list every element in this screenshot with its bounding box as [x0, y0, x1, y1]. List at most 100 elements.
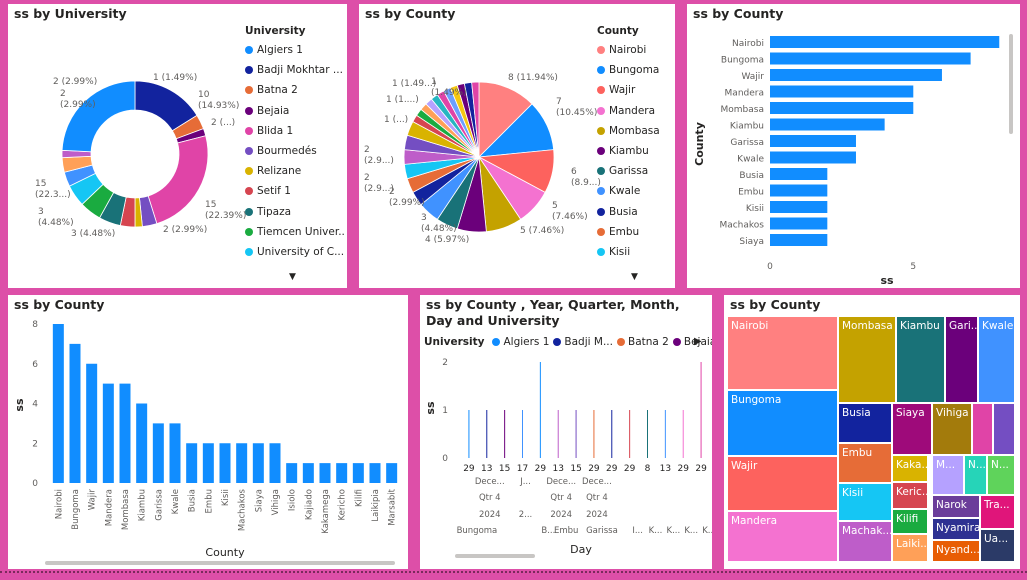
treemap-cell[interactable]: Laiki...: [892, 534, 928, 562]
treemap-cell[interactable]: Nairobi: [727, 316, 838, 390]
treemap-cell-label: Nyand...: [936, 544, 980, 556]
county-legend-item[interactable]: Wajir: [597, 80, 673, 100]
matrix-day-label: 29: [695, 464, 707, 474]
hbar-bar: [770, 201, 828, 213]
treemap-cell[interactable]: Bungoma: [727, 390, 838, 456]
county-treemap[interactable]: Nairobi Bungoma Wajir Mandera Mombasa Kiambu G…: [724, 295, 1020, 569]
matrix-day-label: 13: [552, 464, 563, 474]
legend-dot-icon: [245, 167, 253, 176]
university-legend-label: Tipaza: [257, 205, 292, 218]
vbar-bar: [319, 463, 331, 483]
donut-data-label: 2 (2.99%): [163, 225, 207, 235]
university-legend-item[interactable]: Setif 1: [245, 181, 345, 201]
treemap-cell[interactable]: Keric...: [892, 482, 928, 509]
treemap-cell[interactable]: [993, 403, 1015, 455]
university-legend[interactable]: University Algiers 1 Badji Mokhtar ... Bat…: [245, 25, 345, 262]
county-legend-item[interactable]: Kwale: [597, 181, 673, 201]
county-legend-item[interactable]: Kiambu: [597, 141, 673, 161]
treemap-cell[interactable]: Kwale: [978, 316, 1015, 403]
treemap-cell[interactable]: Kisii: [838, 483, 892, 521]
county-legend-item[interactable]: Garissa: [597, 161, 673, 181]
legend-dot-icon: [245, 46, 253, 55]
university-legend-item[interactable]: Algiers 1: [245, 40, 345, 60]
pie-data-label: (10.45%): [556, 108, 597, 118]
treemap-cell[interactable]: Nyamira: [932, 518, 980, 540]
university-legend-item[interactable]: Blida 1: [245, 121, 345, 141]
hbar-category-label: Wajir: [741, 72, 764, 82]
matrix-y-axis-title: ss: [424, 401, 437, 415]
vbar-bar: [252, 443, 264, 483]
vbar-y-axis-title: ss: [13, 398, 26, 412]
treemap-cell[interactable]: Busia: [838, 403, 892, 443]
matrix-day-label: 13: [481, 464, 492, 474]
treemap-cell[interactable]: Narok: [932, 495, 980, 518]
vbar-bar: [52, 324, 64, 483]
county-vbar-chart[interactable]: 0 2 4 6 8 Nairobi Bungoma Wajir Mandera Mombasa Ki…: [8, 295, 408, 569]
treemap-cell[interactable]: Gari...: [945, 316, 978, 403]
university-legend-item[interactable]: Bourmedés: [245, 141, 345, 161]
treemap-cell[interactable]: Wajir: [727, 456, 838, 511]
legend-dot-icon: [245, 187, 253, 196]
county-legend-item[interactable]: Mandera: [597, 101, 673, 121]
treemap-cell[interactable]: Kilifi: [892, 509, 928, 534]
county-legend-label: Busia: [609, 205, 638, 218]
matrix-month-label: Dece...: [582, 477, 612, 487]
university-donut-panel[interactable]: ss by University 1 (1.49%) 10 (14.93%) 2 (.…: [8, 4, 347, 288]
treemap-cell-label: Vihiga: [936, 407, 969, 419]
matrix-quarter-label: Qtr 4: [586, 493, 608, 503]
treemap-cell[interactable]: Embu: [838, 443, 892, 483]
university-legend-item[interactable]: Badji Mokhtar ...: [245, 60, 345, 80]
hbar-bar: [770, 135, 856, 147]
vbar-category-label: Machakos: [238, 488, 248, 531]
treemap-cell-label: Busia: [842, 407, 871, 419]
university-legend-item[interactable]: Tipaza: [245, 202, 345, 222]
caret-down-icon[interactable]: ▼: [631, 272, 638, 282]
bottom-frame-strip: [0, 571, 1027, 573]
matrix-column-chart[interactable]: 0 1 2 29 Bungoma 13 Dece... Qtr 4 2024 15 17 J... 2.…: [420, 295, 712, 569]
treemap-cell[interactable]: Vihiga: [932, 403, 972, 455]
county-legend-item[interactable]: Mombasa: [597, 121, 673, 141]
treemap-cell[interactable]: Tra...: [980, 495, 1015, 529]
county-vbar-panel[interactable]: ss by County 0 2 4 6 8 Nairobi Bungoma Wajir Man…: [8, 295, 408, 569]
vbar-category-label: Isiolo: [288, 489, 298, 511]
county-hbar-panel[interactable]: ss by County Nairobi Bungoma Wajir Mandera M…: [687, 4, 1020, 288]
university-legend-item[interactable]: Relizane: [245, 161, 345, 181]
university-legend-item[interactable]: Tiemcen Univer...: [245, 222, 345, 242]
university-legend-label: Bourmedés: [257, 145, 317, 158]
university-legend-item[interactable]: University of C...: [245, 242, 345, 262]
treemap-cell[interactable]: Nyand...: [932, 540, 980, 562]
treemap-panel[interactable]: ss by County Nairobi Bungoma Wajir Mandera M…: [724, 295, 1020, 569]
county-legend-label: Kiambu: [609, 145, 649, 158]
county-hbar-chart[interactable]: Nairobi Bungoma Wajir Mandera Mombasa Kiambu G…: [687, 4, 1020, 288]
treemap-cell[interactable]: Mandera: [727, 511, 838, 562]
county-legend[interactable]: County Nairobi Bungoma Wajir Mandera Mombasa…: [597, 25, 673, 262]
county-legend-item[interactable]: Bungoma: [597, 60, 673, 80]
donut-slice: [61, 80, 136, 153]
legend-dot-icon: [245, 147, 253, 156]
county-legend-item[interactable]: Embu: [597, 222, 673, 242]
treemap-cell-label: Mombasa: [842, 320, 893, 332]
county-pie-panel[interactable]: ss by County 8 (11.94%) 7 (10.45%) 6 (8.9...…: [359, 4, 675, 288]
pie-data-label: (7.46%): [552, 212, 588, 222]
county-legend-item[interactable]: Busia: [597, 202, 673, 222]
matrix-tick-label: 1: [442, 406, 448, 416]
treemap-cell[interactable]: Kaka...: [892, 455, 928, 482]
treemap-cell[interactable]: [972, 403, 993, 455]
treemap-cell[interactable]: Mombasa: [838, 316, 896, 403]
treemap-cell[interactable]: N...: [987, 455, 1015, 495]
university-legend-item[interactable]: Batna 2: [245, 80, 345, 100]
county-legend-item[interactable]: Kisii: [597, 242, 673, 262]
matrix-chart-panel[interactable]: ss by County , Year, Quarter, Month, Day…: [420, 295, 712, 569]
treemap-cell[interactable]: Kiambu: [896, 316, 945, 403]
university-legend-label: Bejaia: [257, 104, 290, 117]
hbar-bar: [770, 217, 828, 230]
county-legend-item[interactable]: Nairobi: [597, 40, 673, 60]
caret-down-icon[interactable]: ▼: [289, 272, 296, 282]
treemap-cell[interactable]: M...: [932, 455, 964, 495]
pie-data-label: 3: [421, 213, 427, 223]
treemap-cell[interactable]: Machak...: [838, 521, 892, 562]
treemap-cell[interactable]: Siaya: [892, 403, 932, 455]
treemap-cell[interactable]: N...: [964, 455, 987, 495]
treemap-cell[interactable]: Ua...: [980, 529, 1015, 562]
university-legend-item[interactable]: Bejaia: [245, 101, 345, 121]
